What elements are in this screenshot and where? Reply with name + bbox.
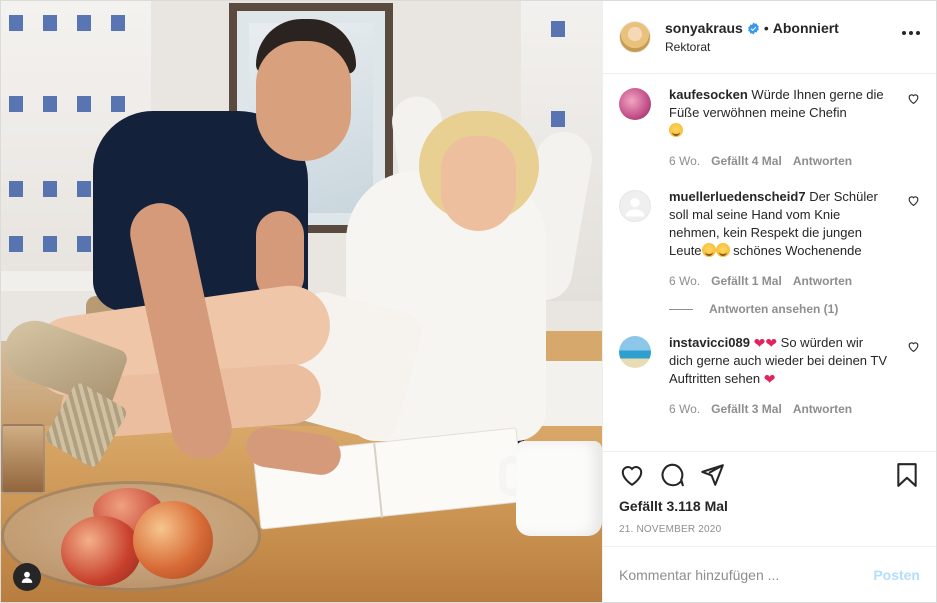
like-heart-icon[interactable] xyxy=(619,462,645,488)
reply-button[interactable]: Antworten xyxy=(793,400,852,418)
post-comment-button[interactable]: Posten xyxy=(873,567,920,583)
add-comment-bar: Posten xyxy=(603,546,936,602)
red-heart-emoji: ❤ xyxy=(765,335,778,351)
reply-button[interactable]: Antworten xyxy=(793,152,852,170)
like-comment-heart-icon[interactable] xyxy=(907,194,920,207)
comments-list: kaufesocken Würde Ihnen gerne die Füße v… xyxy=(603,74,936,451)
post-header: sonyakraus • Abonniert Rektorat xyxy=(603,1,936,74)
save-bookmark-icon[interactable] xyxy=(894,462,920,488)
apple xyxy=(61,516,141,586)
glass xyxy=(1,424,45,494)
grinning-face-emoji xyxy=(701,243,716,257)
likes-count[interactable]: Gefällt 3.118 Mal xyxy=(619,498,920,514)
comment-input[interactable] xyxy=(619,566,874,583)
more-options-icon[interactable] xyxy=(902,31,920,35)
comment-username[interactable]: kaufesocken xyxy=(669,87,748,102)
coffee-mug xyxy=(516,441,602,536)
comment-age[interactable]: 6 Wo. xyxy=(669,272,700,290)
comment-text-2: schönes Wochenende xyxy=(733,243,862,258)
view-replies-button[interactable]: Antworten ansehen (1) xyxy=(669,302,920,316)
post-date[interactable]: 21. NOVEMBER 2020 xyxy=(619,524,920,535)
instagram-post: sonyakraus • Abonniert Rektorat kaufesoc… xyxy=(0,0,937,603)
follow-status-button[interactable]: Abonniert xyxy=(773,20,839,36)
post-side-panel: sonyakraus • Abonniert Rektorat kaufesoc… xyxy=(602,1,936,602)
grinning-face-emoji xyxy=(715,243,730,257)
apple xyxy=(133,501,213,579)
comment-username[interactable]: instavicci089 xyxy=(669,335,750,350)
comment-age[interactable]: 6 Wo. xyxy=(669,152,700,170)
like-comment-heart-icon[interactable] xyxy=(907,340,920,353)
post-location[interactable]: Rektorat xyxy=(665,40,839,54)
comment-item: instavicci089 ❤❤ So würden wir dich gern… xyxy=(619,334,920,418)
commenter-avatar[interactable] xyxy=(619,88,651,120)
comment-username[interactable]: muellerluedenscheid7 xyxy=(669,189,806,204)
user-tag-icon[interactable] xyxy=(13,563,41,591)
comment-bubble-icon[interactable] xyxy=(659,462,685,488)
share-paper-plane-icon[interactable] xyxy=(699,462,725,488)
grinning-face-emoji xyxy=(669,123,683,137)
author-avatar[interactable] xyxy=(619,21,651,53)
post-actions-section: Gefällt 3.118 Mal 21. NOVEMBER 2020 xyxy=(603,451,936,546)
red-heart-emoji: ❤ xyxy=(763,371,776,387)
like-comment-heart-icon[interactable] xyxy=(907,92,920,105)
reply-button[interactable]: Antworten xyxy=(793,272,852,290)
action-bar xyxy=(619,452,920,498)
comment-likes[interactable]: Gefällt 1 Mal xyxy=(711,272,782,290)
comment-likes[interactable]: Gefällt 3 Mal xyxy=(711,400,782,418)
commenter-avatar[interactable] xyxy=(619,190,651,222)
verified-badge-icon xyxy=(747,22,759,34)
comment-age[interactable]: 6 Wo. xyxy=(669,400,700,418)
comment-likes[interactable]: Gefällt 4 Mal xyxy=(711,152,782,170)
red-heart-emoji: ❤ xyxy=(753,335,766,351)
commenter-avatar[interactable] xyxy=(619,336,651,368)
comment-item: kaufesocken Würde Ihnen gerne die Füße v… xyxy=(619,86,920,170)
author-username[interactable]: sonyakraus xyxy=(665,20,743,36)
comment-item: muellerluedenscheid7 Der Schüler soll ma… xyxy=(619,188,920,290)
post-photo[interactable] xyxy=(1,1,602,602)
